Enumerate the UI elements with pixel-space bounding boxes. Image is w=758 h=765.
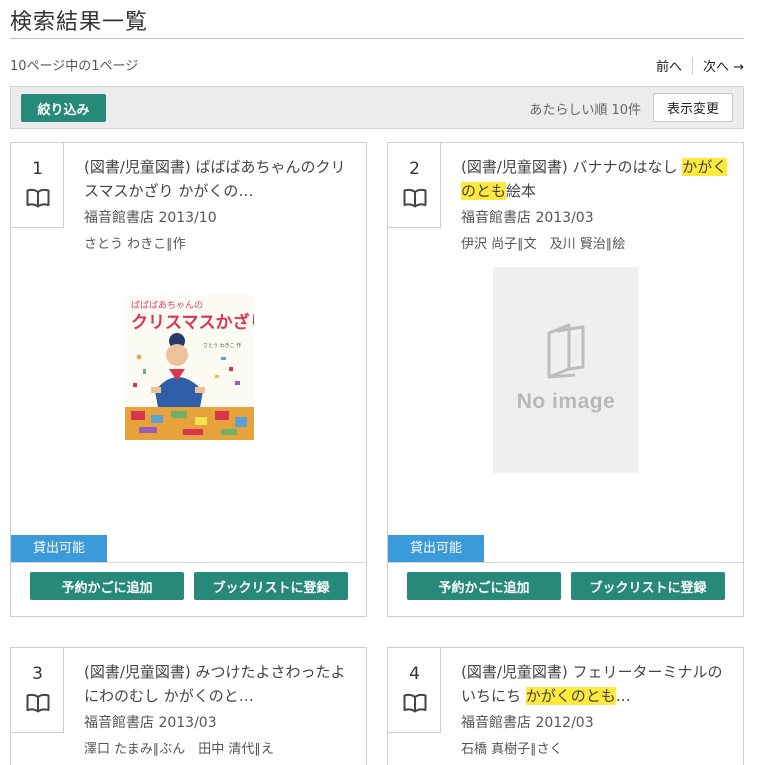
- result-author: 澤口 たまみ∥ぶん 田中 清代∥え: [84, 742, 274, 757]
- page-title: 検索結果一覧: [10, 10, 149, 35]
- cover-subtitle: ばばばあちゃんの: [131, 300, 203, 311]
- prev-page-link[interactable]: 前へ: [656, 56, 682, 75]
- result-number-box: 4: [388, 648, 441, 733]
- result-author: さとう わきこ∥作: [84, 237, 186, 252]
- display-change-button[interactable]: 表示変更: [653, 93, 733, 122]
- result-card: 1 (図書/児童図書) ばばばあちゃんのクリスマスかざり かがくの… 福音館書店…: [10, 142, 367, 617]
- add-to-booklist-button[interactable]: ブックリストに登録: [571, 572, 725, 600]
- add-to-booklist-button[interactable]: ブックリストに登録: [194, 572, 348, 600]
- result-title[interactable]: (図書/児童図書) みつけたよさわったよにわのむし かがくのと…: [84, 660, 356, 708]
- sort-order-text: あたらしい順 10件: [529, 103, 641, 118]
- result-number-box: 1: [11, 143, 64, 228]
- availability-badge: 貸出可能: [11, 535, 107, 562]
- result-number: 4: [409, 664, 420, 684]
- result-publisher: 福音館書店 2012/03: [461, 715, 594, 731]
- result-publisher: 福音館書店 2013/10: [84, 210, 217, 226]
- result-publisher: 福音館書店 2013/03: [461, 210, 594, 226]
- book-cover-image[interactable]: ばばばあちゃんの クリスマスかざり さとう わきこ 作: [125, 295, 254, 440]
- book-icon: [403, 188, 427, 208]
- pager: 前へ 次へ →: [656, 56, 744, 75]
- cover-author: さとう わきこ 作: [203, 342, 241, 349]
- result-number: 3: [32, 664, 43, 684]
- availability-badge: 貸出可能: [388, 535, 484, 562]
- result-card: 4 (図書/児童図書) フェリーターミナルのいちにち かがくのとも… 福音館書店…: [387, 647, 744, 765]
- filter-button[interactable]: 絞り込み: [21, 94, 106, 122]
- result-number-box: 2: [388, 143, 441, 228]
- add-to-reservation-button[interactable]: 予約かごに追加: [407, 572, 561, 600]
- book-icon: [26, 188, 50, 208]
- result-number-box: 3: [11, 648, 64, 733]
- book-icon: [403, 693, 427, 713]
- no-image-book-icon: [547, 323, 585, 379]
- no-image-text: No image: [516, 390, 616, 413]
- result-publisher: 福音館書店 2013/03: [84, 715, 217, 731]
- result-number: 2: [409, 159, 420, 179]
- next-page-link[interactable]: 次へ →: [703, 56, 744, 75]
- result-number: 1: [32, 159, 43, 179]
- add-to-reservation-button[interactable]: 予約かごに追加: [30, 572, 184, 600]
- card-divider: [11, 562, 366, 563]
- card-divider: [388, 562, 743, 563]
- page-info: 10ページ中の1ページ: [10, 59, 139, 74]
- no-image-placeholder: No image: [493, 267, 639, 473]
- result-title[interactable]: (図書/児童図書) フェリーターミナルのいちにち かがくのとも…: [461, 660, 733, 708]
- title-divider: [10, 38, 744, 39]
- cover-title: クリスマスかざり: [131, 312, 254, 333]
- pager-divider: [691, 56, 693, 75]
- result-author: 伊沢 尚子∥文 及川 賢治∥絵: [461, 237, 626, 252]
- book-icon: [26, 693, 50, 713]
- result-card: 2 (図書/児童図書) バナナのはなし かがくのとも絵本 福音館書店 2013/…: [387, 142, 744, 617]
- result-card: 3 (図書/児童図書) みつけたよさわったよにわのむし かがくのと… 福音館書店…: [10, 647, 367, 765]
- filter-bar: 絞り込み あたらしい順 10件 表示変更: [10, 86, 744, 129]
- result-author: 石橋 真樹子∥さく: [461, 742, 563, 757]
- result-title[interactable]: (図書/児童図書) ばばばあちゃんのクリスマスかざり かがくの…: [84, 155, 356, 203]
- result-title[interactable]: (図書/児童図書) バナナのはなし かがくのとも絵本: [461, 155, 733, 203]
